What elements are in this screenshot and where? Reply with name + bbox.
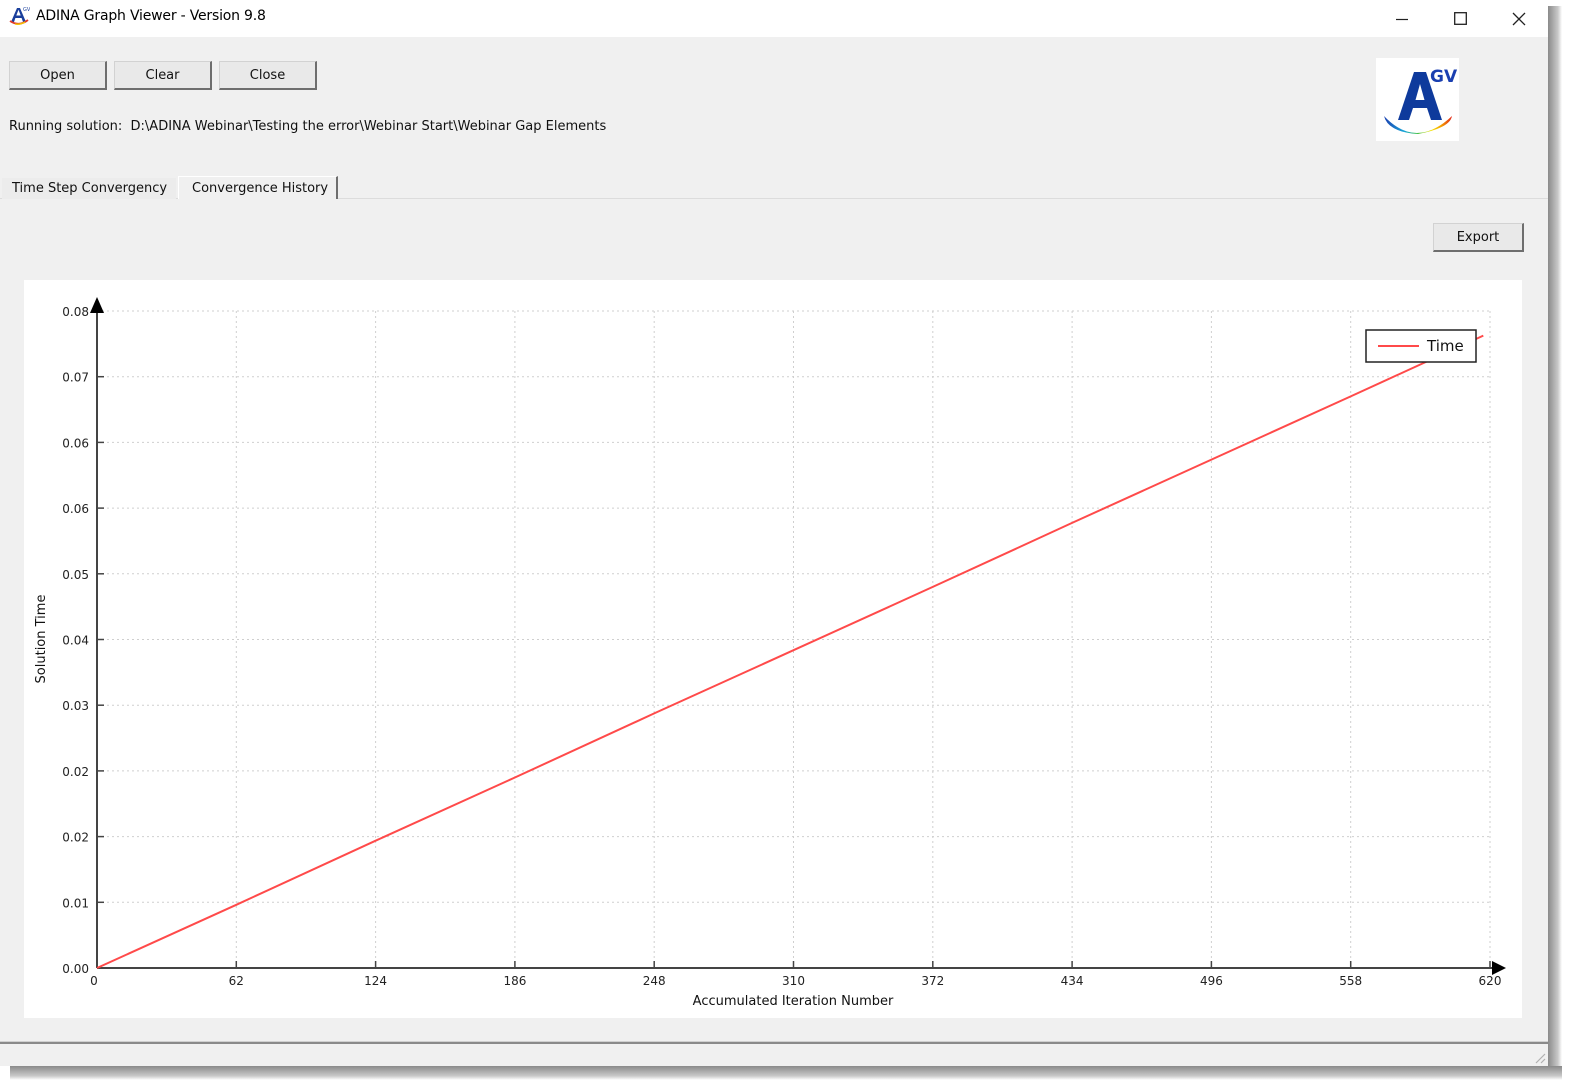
y-tick-label: 0.01 xyxy=(62,896,89,910)
maximize-button[interactable] xyxy=(1431,0,1489,37)
adina-app-icon: GV xyxy=(9,7,30,25)
convergence-chart: 0 62 124 186 248 310 372 434 496 558 620 0.00 0.01 0.… xyxy=(34,297,1506,1009)
x-tick-label: 310 xyxy=(782,974,805,988)
svg-text:GV: GV xyxy=(23,7,30,13)
x-axis-arrow-icon xyxy=(1492,961,1506,975)
window-shadow xyxy=(1548,6,1562,1072)
x-tick-label: 124 xyxy=(364,974,387,988)
running-solution: Running solution: D:\ADINA Webinar\Testi… xyxy=(9,119,606,134)
y-tick-label: 0.08 xyxy=(62,305,89,319)
y-tick-label: 0.05 xyxy=(62,568,89,582)
agv-logo-icon: GV xyxy=(1384,67,1458,134)
series-line-time xyxy=(96,334,1484,969)
tab-convergence-history[interactable]: Convergence History xyxy=(178,176,338,199)
y-axis-arrow-icon xyxy=(90,297,104,313)
running-solution-path: D:\ADINA Webinar\Testing the error\Webin… xyxy=(130,119,607,134)
y-tick-label: 0.07 xyxy=(62,371,89,385)
x-tick-label: 558 xyxy=(1339,974,1362,988)
grid xyxy=(97,310,1491,968)
x-tick-label: 62 xyxy=(229,974,244,988)
chart-panel: 0 62 124 186 248 310 372 434 496 558 620 0.00 0.01 0.… xyxy=(24,280,1522,1018)
close-button[interactable]: Close xyxy=(219,61,317,90)
x-tick-label: 496 xyxy=(1200,974,1223,988)
x-tick-label: 434 xyxy=(1061,974,1084,988)
agv-logo: GV xyxy=(1376,58,1459,141)
maximize-icon xyxy=(1453,12,1467,25)
close-window-button[interactable] xyxy=(1490,0,1548,37)
resize-grip-icon[interactable] xyxy=(1532,1050,1546,1064)
window-shadow-bottom xyxy=(10,1066,1562,1080)
y-tick-label: 0.06 xyxy=(62,502,89,516)
window-title: ADINA Graph Viewer - Version 9.8 xyxy=(36,8,266,24)
x-tick-label: 248 xyxy=(643,974,666,988)
x-tick-label: 620 xyxy=(1479,974,1502,988)
y-tick-label: 0.04 xyxy=(62,634,89,648)
y-tick-label: 0.06 xyxy=(62,436,89,450)
y-tick-label: 0.00 xyxy=(62,962,89,976)
running-solution-label: Running solution: xyxy=(9,119,123,134)
series-layer xyxy=(96,334,1484,969)
y-tick-label: 0.03 xyxy=(62,699,89,713)
x-tick-label: 0 xyxy=(90,974,98,988)
title-bar: GV ADINA Graph Viewer - Version 9.8 xyxy=(0,0,1548,37)
app-window: GV ADINA Graph Viewer - Version 9.8 Open… xyxy=(0,0,1548,1066)
minimize-icon xyxy=(1396,18,1408,20)
legend: Time xyxy=(1365,329,1477,363)
y-tick-label: 0.02 xyxy=(62,765,89,779)
export-button[interactable]: Export xyxy=(1433,223,1524,252)
x-tick-label: 186 xyxy=(503,974,526,988)
clear-button[interactable]: Clear xyxy=(114,61,212,90)
x-axis-label: Accumulated Iteration Number xyxy=(693,994,894,1009)
logo-superscript: GV xyxy=(1430,67,1458,87)
tab-time-step-convergency[interactable]: Time Step Convergency xyxy=(2,178,176,199)
close-icon xyxy=(1512,12,1526,25)
y-axis-label: Solution Time xyxy=(34,595,49,684)
x-tick-label: 372 xyxy=(921,974,944,988)
status-bar-divider xyxy=(0,1042,1548,1044)
legend-label-time: Time xyxy=(1426,337,1464,355)
minimize-button[interactable] xyxy=(1373,0,1431,37)
open-button[interactable]: Open xyxy=(9,61,107,90)
y-tick-label: 0.02 xyxy=(62,831,89,845)
